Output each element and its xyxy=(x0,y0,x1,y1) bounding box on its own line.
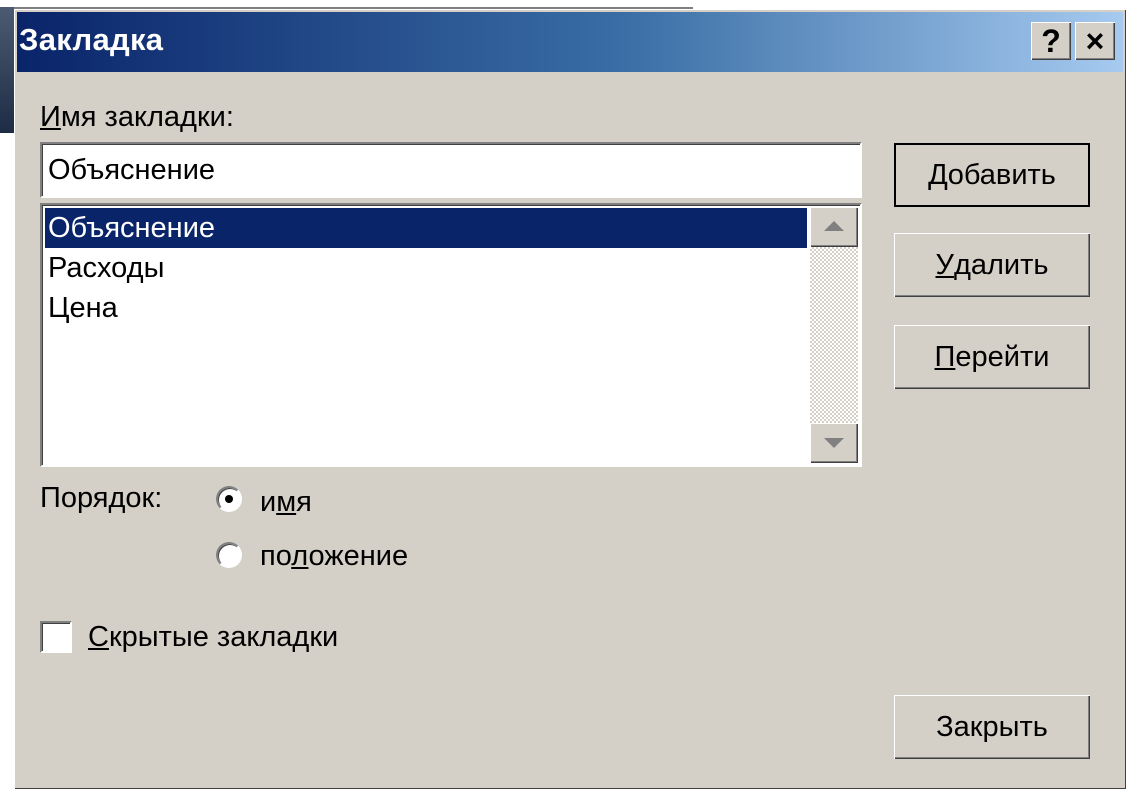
sort-order-label: Порядок: xyxy=(40,482,163,514)
vertical-scrollbar[interactable] xyxy=(810,207,858,463)
bookmark-list: Объяснение Расходы Цена xyxy=(45,208,807,328)
list-item-bookmark[interactable]: Цена xyxy=(45,288,807,328)
list-item-bookmark[interactable]: Расходы xyxy=(45,248,807,288)
arrow-up-icon xyxy=(824,221,844,231)
list-item-bookmark[interactable]: Объяснение xyxy=(45,208,807,248)
dialog-title: Закладка xyxy=(19,22,164,57)
sort-by-name-label[interactable]: имя xyxy=(260,486,312,519)
bookmark-listbox[interactable]: Объяснение Расходы Цена xyxy=(40,203,862,467)
sort-by-position-label[interactable]: положение xyxy=(260,540,408,573)
sort-by-name-radio[interactable] xyxy=(216,486,242,512)
close-window-button[interactable]: × xyxy=(1075,22,1115,60)
scroll-up-button[interactable] xyxy=(810,207,858,247)
close-button[interactable]: Закрыть xyxy=(894,695,1090,759)
scroll-down-button[interactable] xyxy=(810,423,858,463)
title-bar[interactable]: Закладка ? × xyxy=(17,12,1123,72)
help-icon: ? xyxy=(1041,23,1061,59)
hidden-bookmarks-checkbox[interactable] xyxy=(40,621,72,653)
background-window-edge xyxy=(0,0,693,9)
close-icon: × xyxy=(1085,23,1105,59)
help-button[interactable]: ? xyxy=(1031,22,1071,60)
bookmark-name-label: Имя закладки: xyxy=(40,101,234,133)
radio-selected-dot xyxy=(225,495,233,503)
goto-button[interactable]: Перейти xyxy=(894,325,1090,389)
background-window-titlebar-edge xyxy=(0,7,14,133)
sort-by-position-radio[interactable] xyxy=(216,542,242,568)
delete-button[interactable]: Удалить xyxy=(894,233,1090,297)
add-button[interactable]: Добавить xyxy=(894,143,1090,207)
arrow-down-icon xyxy=(824,438,844,448)
hidden-bookmarks-label[interactable]: Скрытые закладки xyxy=(88,621,338,654)
bookmark-name-input[interactable] xyxy=(40,142,862,198)
bookmark-dialog: Закладка ? × Имя закладки: Объяснение Ра… xyxy=(14,9,1126,789)
